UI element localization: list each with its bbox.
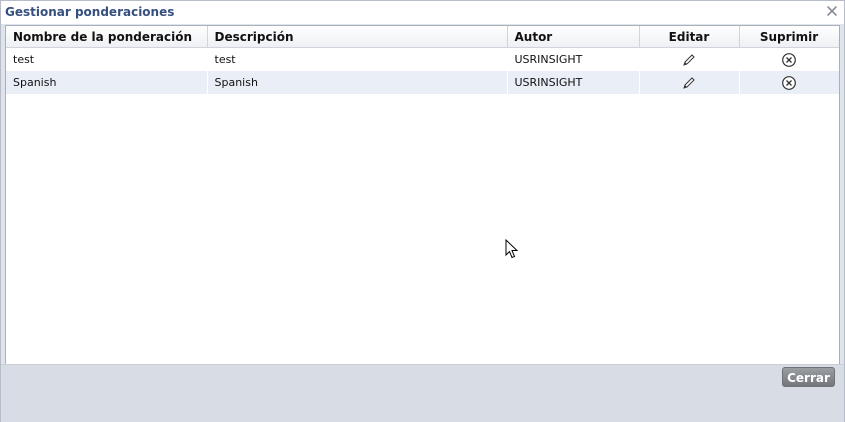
cell-author: USRINSIGHT	[514, 53, 583, 66]
manage-weightings-dialog: Gestionar ponderaciones Nombre de la pon…	[0, 0, 845, 422]
pencil-icon[interactable]	[681, 52, 697, 68]
column-header-author[interactable]: Autor	[507, 26, 640, 48]
table-row[interactable]: test test USRINSIGHT	[6, 48, 839, 72]
cell-name: Spanish	[6, 71, 207, 94]
cell-description: Spanish	[207, 71, 507, 94]
table-row[interactable]: Spanish Spanish USRINSIGHT	[6, 71, 839, 94]
cell-edit	[639, 48, 739, 72]
column-header-delete: Suprimir	[739, 26, 839, 48]
pencil-icon[interactable]	[681, 75, 697, 91]
table-header-row: Nombre de la ponderación Descripción Aut…	[6, 26, 839, 48]
column-header-edit: Editar	[639, 26, 740, 48]
cell-author: USRINSIGHT	[507, 71, 639, 94]
column-header-description[interactable]: Descripción	[207, 26, 508, 48]
cell-edit	[639, 71, 739, 94]
cell-description: test	[214, 53, 236, 66]
circle-x-icon[interactable]	[781, 75, 797, 91]
mouse-pointer-icon	[505, 239, 519, 259]
column-header-name[interactable]: Nombre de la ponderación	[6, 26, 208, 48]
dialog-footer: Cerrar	[1, 364, 844, 422]
dialog-title: Gestionar ponderaciones	[5, 5, 175, 19]
cell-delete	[739, 48, 839, 72]
close-button[interactable]: Cerrar	[782, 367, 835, 387]
weightings-grid: Nombre de la ponderación Descripción Aut…	[5, 25, 840, 366]
cell-name: test	[13, 53, 35, 66]
weightings-table: Nombre de la ponderación Descripción Aut…	[6, 26, 839, 94]
dialog-titlebar: Gestionar ponderaciones	[1, 1, 844, 24]
circle-x-icon[interactable]	[781, 52, 797, 68]
close-icon[interactable]	[825, 4, 839, 18]
cell-delete	[739, 71, 839, 94]
